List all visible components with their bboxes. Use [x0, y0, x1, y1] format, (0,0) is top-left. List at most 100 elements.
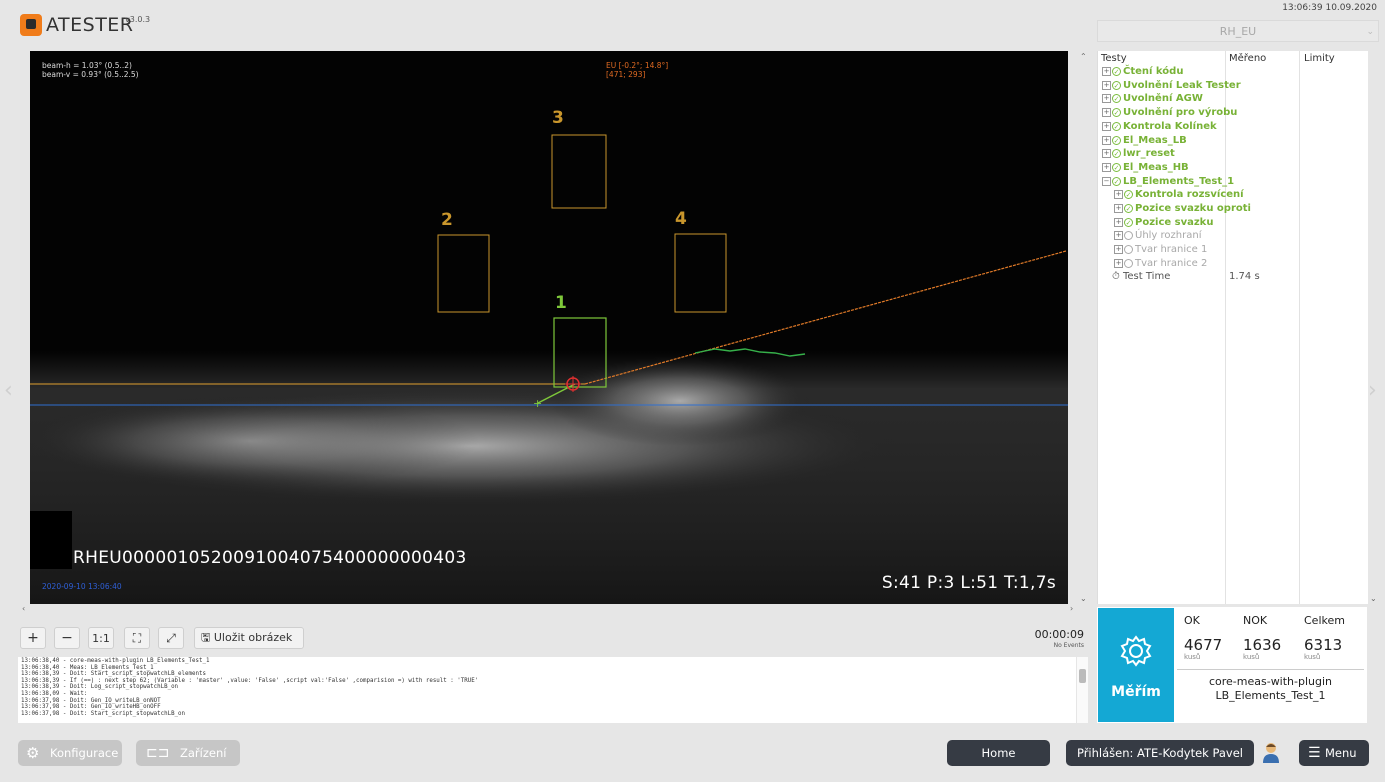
pending-circle-icon	[1124, 258, 1133, 268]
zone-label-2: 2	[441, 210, 453, 230]
zoom-in-button[interactable]: +	[20, 627, 46, 649]
expand-toggle-icon[interactable]: +	[1114, 217, 1123, 227]
menu-button[interactable]: ☰ Menu	[1299, 740, 1369, 766]
eu-angle-readout: EU [-0.2°; 14.8°]	[606, 61, 669, 70]
check-circle-icon: ✓	[1112, 149, 1121, 159]
total-value: 6313	[1304, 636, 1343, 654]
expand-toggle-icon[interactable]: −	[1102, 176, 1111, 186]
save-image-button[interactable]: 🖫 Uložit obrázek	[194, 627, 304, 649]
scroll-right-icon[interactable]: ›	[1070, 604, 1073, 613]
tree-item[interactable]: + Úhly rozhraní	[1114, 230, 1201, 243]
tree-item[interactable]: + ✓ Uvolnění Leak Tester	[1102, 80, 1241, 93]
fit-view-button[interactable]: ⛶	[124, 627, 150, 649]
expand-toggle-icon[interactable]: +	[1114, 190, 1123, 200]
expand-toggle-icon[interactable]: +	[1102, 162, 1111, 172]
tree-item[interactable]: − ✓ LB_Elements_Test_1	[1102, 176, 1234, 189]
tree-item[interactable]: + ✓ Kontrola Kolínek	[1102, 121, 1217, 134]
tree-item-label: Pozice svazku oproti	[1135, 203, 1251, 214]
tree-item[interactable]: + ✓ lwr_reset	[1102, 148, 1175, 161]
log-line: 13:06:38,39 - Doit: Log_script_stopwatch…	[21, 684, 179, 691]
variant-value: RH_EU	[1219, 25, 1257, 38]
save-image-label: Uložit obrázek	[213, 631, 293, 644]
zoom-out-button[interactable]: −	[54, 627, 80, 649]
check-circle-icon: ✓	[1112, 94, 1121, 104]
tree-item[interactable]: + ✓ El_Meas_HB	[1102, 162, 1189, 175]
expand-toggle-icon[interactable]: +	[1102, 108, 1111, 118]
tree-item[interactable]: + ✓ Pozice svazku oproti	[1114, 203, 1251, 216]
tree-scroll-up-icon[interactable]: ⌃	[1080, 52, 1087, 61]
login-button[interactable]: Přihlášen: ATE-Kodytek Pavel	[1066, 740, 1254, 766]
expand-toggle-icon[interactable]: +	[1114, 258, 1123, 268]
log-console[interactable]: 13:06:38,40 - core-meas-with-plugin LB_E…	[18, 657, 1076, 723]
tree-item[interactable]: + Tvar hranice 1	[1114, 244, 1207, 257]
test-tree-panel[interactable]: Testy Měřeno Limity + ✓ Čtení kódu + ✓ Uvolně…	[1097, 51, 1368, 604]
home-button[interactable]: Home	[947, 740, 1050, 766]
tree-item-label: El_Meas_LB	[1123, 134, 1187, 146]
tree-item[interactable]: + ✓ Uvolnění AGW	[1102, 93, 1203, 106]
tree-item-label: Uvolnění AGW	[1123, 93, 1203, 105]
zone-4-box	[674, 233, 727, 313]
check-circle-icon: ✓	[1112, 176, 1121, 186]
zone-2-box	[437, 234, 490, 313]
expand-toggle-icon[interactable]: +	[1102, 121, 1111, 131]
check-circle-icon: ✓	[1112, 108, 1121, 118]
fullscreen-button[interactable]: ⤢	[158, 627, 184, 649]
check-circle-icon: ✓	[1112, 67, 1121, 76]
zoom-one-to-one-button[interactable]: 1:1	[88, 627, 114, 649]
tree-item[interactable]: + ✓ Čtení kódu	[1102, 66, 1183, 79]
user-avatar-icon[interactable]	[1262, 742, 1280, 764]
beam-v-readout: beam-v = 0.93° (0.5..2.5)	[42, 70, 139, 79]
ok-unit: kusů	[1184, 653, 1201, 661]
device-button[interactable]: ⊏⊐ Zařízení	[136, 740, 240, 766]
tree-header: Testy Měřeno Limity	[1098, 53, 1368, 67]
divider	[1177, 669, 1364, 670]
tree-item[interactable]: + ✓ Pozice svazku	[1114, 217, 1213, 230]
check-circle-icon: ✓	[1124, 217, 1133, 227]
total-label: Celkem	[1304, 614, 1345, 627]
chevron-down-icon: ⌄	[1366, 27, 1374, 37]
test-time-value: 1.74 s	[1229, 271, 1260, 282]
tree-item[interactable]: + ✓ Uvolnění pro výrobu	[1102, 107, 1237, 120]
tree-item[interactable]: + Tvar hranice 2	[1114, 258, 1207, 271]
camera-viewport[interactable]: + beam-h = 1.03° (0.5..2) beam-v = 0.93°…	[30, 51, 1068, 604]
tree-item-label: LB_Elements_Test_1	[1123, 175, 1235, 187]
expand-toggle-icon[interactable]: +	[1102, 80, 1111, 90]
chevron-left-icon[interactable]: ‹	[4, 378, 13, 403]
pending-circle-icon	[1124, 231, 1133, 241]
variant-select[interactable]: RH_EU ⌄	[1097, 20, 1379, 42]
events-status: No Events	[1053, 642, 1084, 649]
tree-scroll-down-icon[interactable]: ⌄	[1080, 594, 1087, 603]
expand-toggle-icon[interactable]: +	[1102, 94, 1111, 104]
check-circle-icon: ✓	[1112, 162, 1121, 172]
header-tests: Testy	[1101, 53, 1127, 64]
expand-toggle-icon[interactable]: +	[1114, 231, 1123, 241]
chevron-right-icon[interactable]: ›	[1368, 378, 1377, 403]
log-line: 13:06:38,40 - Meas: LB_Elements_Test_1	[21, 664, 154, 671]
test-time-label: Test Time	[1123, 271, 1171, 282]
check-circle-icon: ✓	[1124, 204, 1133, 213]
device-label: Zařízení	[180, 746, 227, 760]
zone-label-4: 4	[675, 209, 687, 229]
config-button[interactable]: ⚙ Konfigurace	[18, 740, 122, 766]
measure-button[interactable]: Měřím	[1098, 608, 1174, 722]
expand-toggle-icon[interactable]: +	[1114, 245, 1123, 255]
log-line: 13:06:37,98 - Doit: Gen_IO_writeHB_onOFF	[21, 704, 161, 711]
log-line: 13:06:37,98 - Doit: Gen_IO_writeLB_onNOT	[21, 697, 161, 704]
log-scrollbar[interactable]	[1077, 657, 1088, 723]
test-time-row: ⏱ Test Time	[1112, 271, 1170, 284]
expand-toggle-icon[interactable]: +	[1102, 149, 1111, 159]
clock: 13:06:39 10.09.2020	[1282, 3, 1377, 13]
config-label: Konfigurace	[50, 746, 119, 760]
tree-item[interactable]: + ✓ Kontrola rozsvícení	[1114, 189, 1244, 202]
scroll-left-icon[interactable]: ‹	[22, 604, 25, 613]
nok-label: NOK	[1243, 614, 1268, 627]
expand-toggle-icon[interactable]: +	[1102, 135, 1111, 145]
beam-h-readout: beam-h = 1.03° (0.5..2)	[42, 61, 132, 70]
tree-hscroll-down-icon[interactable]: ⌄	[1370, 594, 1377, 603]
tree-item[interactable]: + ✓ El_Meas_LB	[1102, 135, 1187, 148]
tree-item-label: Uvolnění Leak Tester	[1123, 79, 1241, 91]
expand-toggle-icon[interactable]: +	[1114, 204, 1123, 213]
tree-item-label: El_Meas_HB	[1123, 161, 1189, 173]
eu-pixel-readout: [471; 293]	[606, 70, 646, 79]
expand-toggle-icon[interactable]: +	[1102, 67, 1111, 76]
